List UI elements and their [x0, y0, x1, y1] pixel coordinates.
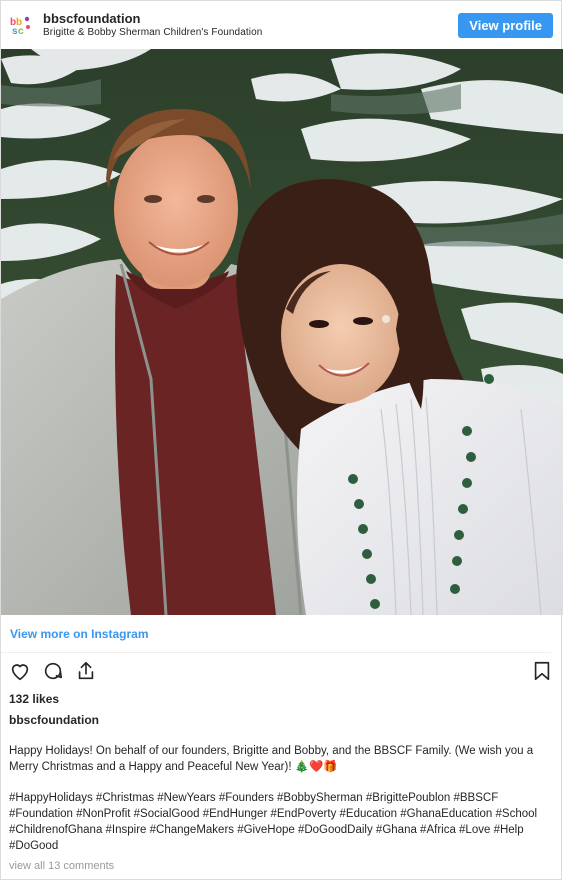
bookmark-icon[interactable]: [531, 660, 553, 682]
view-more-row: View more on Instagram: [1, 615, 551, 653]
bbscf-logo-icon[interactable]: b b s c: [9, 13, 33, 37]
post-author[interactable]: bbscfoundation: [1, 709, 561, 731]
comment-icon[interactable]: [42, 660, 64, 682]
caption-hashtags[interactable]: #HappyHolidays #Christmas #NewYears #Fou…: [9, 790, 553, 854]
caption: Happy Holidays! On behalf of our founder…: [1, 731, 561, 854]
full-name: Brigitte & Bobby Sherman Children's Foun…: [43, 26, 263, 38]
view-more-link[interactable]: View more on Instagram: [10, 627, 149, 641]
view-profile-button[interactable]: View profile: [458, 12, 553, 38]
post-header: b b s c bbscfoundation Brigitte & Bobby …: [1, 1, 561, 49]
likes-count[interactable]: 132 likes: [1, 689, 561, 709]
instagram-embed: b b s c bbscfoundation Brigitte & Bobby …: [0, 0, 563, 880]
action-bar: [1, 653, 561, 689]
username[interactable]: bbscfoundation: [43, 11, 458, 27]
svg-text:c: c: [18, 26, 24, 37]
heart-icon[interactable]: [9, 660, 31, 682]
share-icon[interactable]: [75, 660, 97, 682]
caption-text: Happy Holidays! On behalf of our founder…: [9, 745, 534, 773]
header-text: bbscfoundation Brigitte & Bobby Sherman …: [43, 11, 458, 38]
view-comments-link[interactable]: view all 13 comments: [1, 860, 561, 872]
post-photo[interactable]: [1, 49, 563, 615]
